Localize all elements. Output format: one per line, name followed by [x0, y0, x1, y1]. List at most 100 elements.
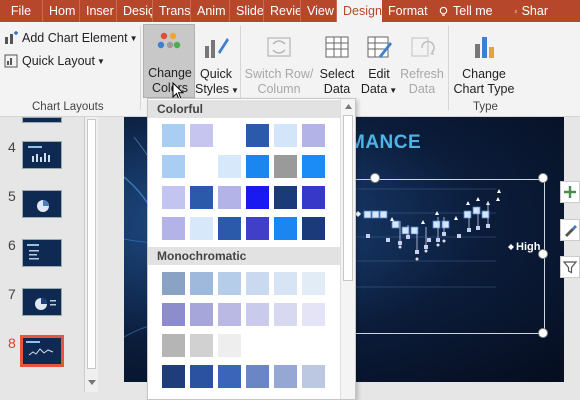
slide-number: 6 [8, 237, 16, 253]
thumbnail-scrollbar[interactable] [84, 117, 98, 392]
color-swatch [218, 365, 241, 388]
tab-animations[interactable]: Anim [191, 0, 230, 22]
gallery-scroll-thumb[interactable] [343, 115, 353, 281]
colorful-swatch-row[interactable] [162, 186, 325, 209]
change-chart-type-button[interactable]: Change Chart Type [452, 34, 516, 97]
refresh-icon [411, 37, 435, 57]
tab-home[interactable]: Hom [43, 0, 80, 22]
chart-elements-button[interactable] [560, 181, 580, 203]
ribbon-separator [140, 26, 141, 110]
color-swatch [218, 272, 241, 295]
change-colors-gallery: Colorful Monochromatic [147, 98, 356, 400]
color-swatch [302, 365, 325, 388]
color-swatch [218, 334, 241, 357]
chart-styles-button[interactable] [560, 219, 580, 241]
monochromatic-swatch-row[interactable] [162, 272, 325, 295]
tab-transitions[interactable]: Trans [153, 0, 191, 22]
gallery-scrollbar[interactable] [340, 99, 355, 399]
color-swatch [218, 303, 241, 326]
scroll-up-arrow-icon[interactable] [344, 103, 353, 110]
refresh-data-button[interactable]: Refresh Data [400, 34, 444, 97]
chevron-down-icon: ▼ [96, 56, 105, 66]
color-swatch [274, 155, 297, 178]
slide-thumbnail[interactable] [22, 141, 62, 169]
switch-row-line2: Column [257, 82, 301, 96]
edit-data-button[interactable]: Edit Data ▼ [359, 34, 399, 98]
quick-styles-button[interactable]: Quick Styles ▼ [195, 34, 239, 98]
add-chart-element-button[interactable]: Add Chart Element ▼ [4, 31, 138, 45]
color-swatch [162, 155, 185, 178]
slide-thumbnail-graphic [26, 341, 54, 356]
slide-thumbnail-graphic [27, 244, 39, 260]
tab-view[interactable]: View [301, 0, 337, 22]
colorful-swatch-row[interactable] [162, 155, 325, 178]
switch-row-column-button[interactable]: Switch Row/ Column [243, 34, 315, 97]
change-chart-type-line1: Change [462, 67, 506, 81]
color-swatch [162, 334, 185, 357]
monochromatic-swatch-row[interactable] [162, 365, 325, 388]
color-swatch [162, 124, 185, 147]
select-data-button[interactable]: Select Data [317, 34, 357, 97]
color-swatch [274, 303, 297, 326]
slide-thumbnail-partial[interactable] [22, 117, 62, 123]
plus-icon [564, 186, 576, 198]
monochromatic-swatch-row[interactable] [162, 334, 325, 357]
chevron-down-icon: ▼ [389, 86, 398, 95]
color-swatch [302, 272, 325, 295]
slide-number: 4 [8, 139, 16, 155]
color-swatch [190, 365, 213, 388]
thumbnail-scroll-thumb[interactable] [87, 119, 96, 369]
chart-layouts-group-label: Chart Layouts [32, 101, 104, 113]
slide-thumbnail-selected[interactable] [20, 335, 64, 367]
scroll-down-arrow-icon[interactable] [87, 379, 97, 387]
monochromatic-swatch-row[interactable] [162, 303, 325, 326]
switch-row-line1: Switch Row/ [244, 67, 314, 81]
colorful-swatch-row[interactable] [162, 124, 325, 147]
tell-me-box[interactable]: Tell me [430, 0, 508, 22]
change-colors-line1: Change [148, 66, 192, 80]
color-swatch [246, 334, 269, 357]
color-swatch [302, 124, 325, 147]
tab-design-main[interactable]: Desiç [117, 0, 153, 22]
slide-number-selected: 8 [8, 335, 16, 351]
color-swatch [190, 303, 213, 326]
share-button[interactable]: Shar [508, 0, 554, 22]
tab-format[interactable]: Format [382, 0, 430, 22]
chart-filters-button[interactable] [560, 256, 580, 278]
filter-icon [563, 261, 577, 274]
color-swatch [190, 124, 213, 147]
slide-number: 7 [8, 286, 16, 302]
colorful-swatch-row[interactable] [162, 217, 325, 240]
tab-file[interactable]: File [0, 0, 43, 22]
color-swatch [302, 186, 325, 209]
slide-thumbnail[interactable] [22, 239, 62, 267]
change-colors-text: Change Colors [146, 66, 194, 96]
color-swatch [246, 303, 269, 326]
paintbrush-icon [565, 225, 577, 237]
tab-slide-show[interactable]: Slide [230, 0, 264, 22]
slide-thumbnail[interactable] [22, 288, 62, 316]
color-swatch [162, 186, 185, 209]
change-colors-button[interactable]: Change Colors [143, 24, 195, 98]
color-swatch [162, 217, 185, 240]
slide-thumbnail[interactable] [22, 190, 62, 218]
tab-insert[interactable]: Inser [80, 0, 117, 22]
tab-design[interactable]: Design [337, 0, 382, 22]
chevron-down-icon: ▼ [129, 33, 138, 43]
tell-me-label: Tell me [453, 4, 493, 18]
quick-styles-line1: Quick [200, 67, 232, 81]
color-swatch [190, 217, 213, 240]
color-swatch [190, 334, 213, 357]
bar-chart-icon [475, 37, 494, 58]
color-swatch [274, 124, 297, 147]
change-colors-line2: Colors [146, 81, 194, 96]
quick-layout-button[interactable]: Quick Layout ▼ [4, 54, 105, 68]
color-swatch [218, 217, 241, 240]
refresh-data-line2: Data [408, 82, 436, 96]
edit-data-line2: Data [360, 82, 388, 96]
select-data-line1: Select [319, 67, 355, 81]
change-chart-type-line2: Chart Type [453, 82, 515, 96]
ribbon-tab-bar: File Hom Inser Desiç Trans Anim Slide Re… [0, 0, 580, 22]
color-swatch [218, 186, 241, 209]
tab-review[interactable]: Revie [264, 0, 301, 22]
